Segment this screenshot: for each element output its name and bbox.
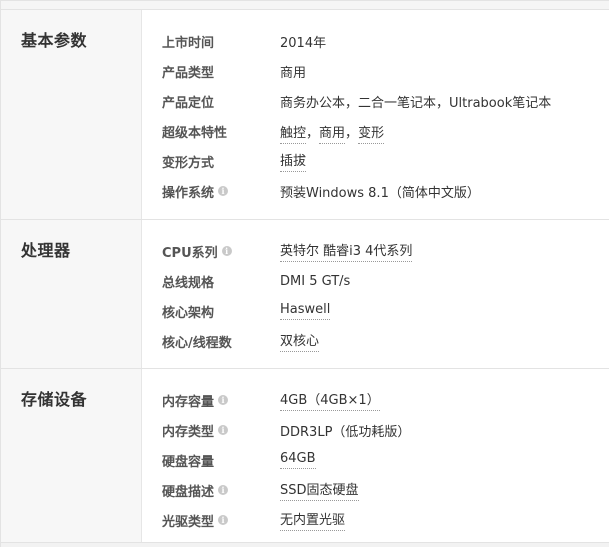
spec-label: 产品定位 — [162, 95, 215, 111]
section-title-storage: 存储设备 — [1, 369, 142, 545]
spec-row-release-date: 上市时间 2014年 — [142, 26, 609, 56]
bottom-divider — [1, 542, 609, 547]
spec-label: 核心架构 — [162, 305, 215, 321]
spec-value-link[interactable]: 英特尔 酷睿i3 4代系列 — [280, 240, 413, 262]
section-processor: 处理器 CPU系列 i 英特尔 酷睿i3 4代系列 总线规格 DMI 5 GT/s… — [1, 220, 609, 369]
spec-label: 操作系统 i — [142, 182, 280, 201]
spec-value-link[interactable]: 双核心 — [280, 330, 320, 352]
spec-table: 基本参数 上市时间 2014年 产品类型 商用 产品定位 商务办公本，二合一笔记… — [0, 0, 609, 547]
spec-label: 变形方式 — [162, 155, 215, 171]
spec-row-memory-type: 内存类型 i DDR3LP（低功耗版） — [142, 415, 609, 445]
info-icon[interactable]: i — [218, 395, 229, 405]
section-body-processor: CPU系列 i 英特尔 酷睿i3 4代系列 总线规格 DMI 5 GT/s 核心架… — [142, 220, 609, 368]
spec-row-cores: 核心/线程数 双核心 — [142, 326, 609, 356]
spec-row-disk-desc: 硬盘描述 i SSD固态硬盘 — [142, 475, 609, 505]
spec-label: CPU系列 i — [142, 242, 280, 261]
spec-value: 2014年 — [280, 35, 327, 51]
separator: ， — [306, 125, 320, 141]
spec-label: 内存容量 i — [142, 391, 280, 410]
spec-label: 硬盘描述 i — [142, 481, 280, 500]
section-title-processor: 处理器 — [1, 220, 142, 368]
spec-value: DMI 5 GT/s — [280, 273, 351, 289]
spec-label: 核心/线程数 — [162, 335, 232, 351]
spec-label: 总线规格 — [162, 275, 215, 291]
spec-row-transform-method: 变形方式 插拔 — [142, 146, 609, 176]
spec-row-product-type: 产品类型 商用 — [142, 56, 609, 86]
info-icon[interactable]: i — [218, 485, 229, 495]
info-icon[interactable]: i — [218, 425, 229, 435]
spec-label: 上市时间 — [162, 35, 215, 51]
spec-value-link[interactable]: SSD固态硬盘 — [280, 479, 359, 501]
section-body-basic: 上市时间 2014年 产品类型 商用 产品定位 商务办公本，二合一笔记本，Ult… — [142, 10, 609, 219]
section-storage: 存储设备 内存容量 i 4GB（4GB×1） 内存类型 i DDR3LP（低功耗版）… — [1, 369, 609, 545]
spec-value: 商用 — [280, 65, 307, 81]
spec-row-memory-size: 内存容量 i 4GB（4GB×1） — [142, 385, 609, 415]
spec-row-optical: 光驱类型 i 无内置光驱 — [142, 505, 609, 535]
feature-link-business[interactable]: 商用 — [319, 125, 346, 144]
spec-row-positioning: 产品定位 商务办公本，二合一笔记本，Ultrabook笔记本 — [142, 86, 609, 116]
section-title-basic: 基本参数 — [1, 10, 142, 219]
spec-value: DDR3LP（低功耗版） — [280, 424, 411, 440]
spec-label: 产品类型 — [162, 65, 215, 81]
info-icon[interactable]: i — [221, 246, 232, 256]
feature-link-convertible[interactable]: 变形 — [358, 125, 385, 144]
spec-value: 商务办公本，二合一笔记本，Ultrabook笔记本 — [280, 95, 552, 111]
info-icon[interactable]: i — [218, 186, 229, 196]
top-divider — [1, 1, 609, 10]
spec-value: 触控，商用，变形 — [280, 122, 385, 144]
section-basic-params: 基本参数 上市时间 2014年 产品类型 商用 产品定位 商务办公本，二合一笔记… — [1, 10, 609, 220]
spec-label: 内存类型 i — [142, 421, 280, 440]
spec-row-os: 操作系统 i 预装Windows 8.1（简体中文版） — [142, 176, 609, 206]
spec-value-link[interactable]: 无内置光驱 — [280, 509, 346, 531]
section-body-storage: 内存容量 i 4GB（4GB×1） 内存类型 i DDR3LP（低功耗版） 硬盘容量… — [142, 369, 609, 545]
spec-value-link[interactable]: 插拔 — [280, 150, 307, 172]
spec-label: 光驱类型 i — [142, 511, 280, 530]
spec-value-link[interactable]: 64GB — [280, 451, 316, 469]
spec-value-link[interactable]: Haswell — [280, 302, 331, 320]
spec-row-bus: 总线规格 DMI 5 GT/s — [142, 266, 609, 296]
spec-row-disk-size: 硬盘容量 64GB — [142, 445, 609, 475]
spec-label: 超级本特性 — [162, 125, 228, 141]
spec-row-architecture: 核心架构 Haswell — [142, 296, 609, 326]
spec-label: 硬盘容量 — [162, 454, 215, 470]
info-icon[interactable]: i — [218, 515, 229, 525]
separator: ， — [345, 125, 359, 141]
spec-row-ultrabook-features: 超级本特性 触控，商用，变形 — [142, 116, 609, 146]
spec-row-cpu-series: CPU系列 i 英特尔 酷睿i3 4代系列 — [142, 236, 609, 266]
spec-value-link[interactable]: 4GB（4GB×1） — [280, 389, 380, 411]
feature-link-touch[interactable]: 触控 — [280, 125, 307, 144]
spec-value: 预装Windows 8.1（简体中文版） — [280, 185, 480, 201]
